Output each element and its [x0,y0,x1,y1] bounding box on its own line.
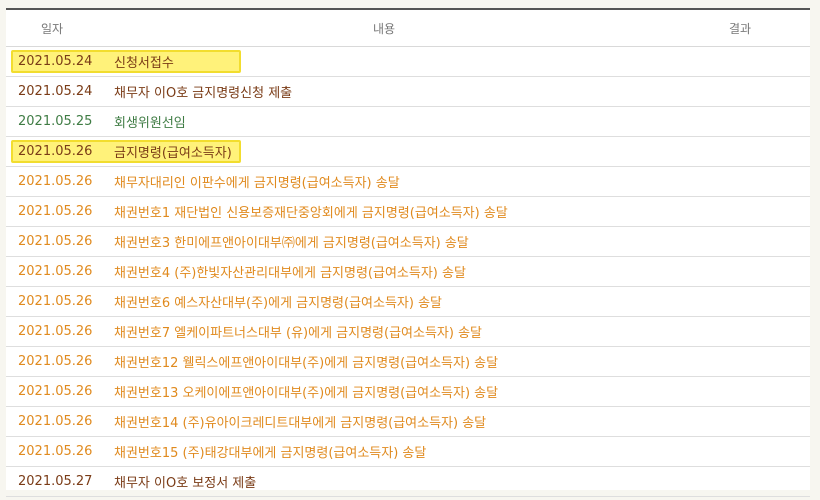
header-date: 일자 [40,21,64,36]
table-row: 2021.05.24 채무자 이O호 금지명령신청 제출 [6,77,810,107]
table-row: 2021.05.26 채권번호14 (주)유아이크레디트대부에게 금지명령(급여소… [6,407,810,437]
row-content: 회생위원선임 [114,116,186,131]
row-content: 채무자 이O호 보정서 제출 [114,476,257,491]
row-content: 신청서접수 [114,56,174,71]
row-date: 2021.05.26 [18,384,93,399]
table-row: 2021.05.26 채권번호3 한미에프앤아이대부㈜에게 금지명령(급여소득자)… [6,227,810,257]
table-row: 2021.05.26 채권번호13 오케이에프앤아이대부(주)에게 금지명령(급여… [6,377,810,407]
row-date: 2021.05.27 [18,474,93,489]
row-date: 2021.05.26 [18,414,93,429]
row-content: 금지명령(급여소득자) [114,146,232,161]
row-date: 2021.05.24 [18,54,93,69]
row-date: 2021.05.26 [18,444,93,459]
table-row: 2021.05.26 채권번호15 (주)태강대부에게 금지명령(급여소득자) 송… [6,437,810,467]
row-date: 2021.05.26 [18,174,93,189]
table-row: 2021.05.27 채무자 이O호 보정서 제출 [6,467,810,497]
row-date: 2021.05.26 [18,354,93,369]
row-date: 2021.05.24 [18,84,93,99]
row-content: 채무자대리인 이판수에게 금지명령(급여소득자) 송달 [114,176,400,191]
row-content: 채권번호14 (주)유아이크레디트대부에게 금지명령(급여소득자) 송달 [114,416,487,431]
row-content: 채권번호12 웰릭스에프앤아이대부(주)에게 금지명령(급여소득자) 송달 [114,356,499,371]
row-date: 2021.05.26 [18,264,93,279]
table-body: 2021.05.24 신청서접수 2021.05.24 채무자 이O호 금지명령신청 … [6,47,810,497]
table-row: 2021.05.26 채권번호12 웰릭스에프앤아이대부(주)에게 금지명령(급여… [6,347,810,377]
row-date: 2021.05.25 [18,114,93,129]
row-date: 2021.05.26 [18,144,93,159]
row-content: 채권번호7 엘케이파트너스대부 (유)에게 금지명령(급여소득자) 송달 [114,326,483,341]
header-result: 결과 [728,21,752,36]
header-content: 내용 [372,21,396,36]
table-row: 2021.05.26 채권번호7 엘케이파트너스대부 (유)에게 금지명령(급여소… [6,317,810,347]
row-date: 2021.05.26 [18,324,93,339]
case-history-table: 일자 내용 결과 2021.05.24 신청서접수 2021.05.24 채무자 이O… [6,8,810,497]
table-row: 2021.05.26 채권번호6 예스자산대부(주)에게 금지명령(급여소득자) … [6,287,810,317]
row-content: 채권번호6 예스자산대부(주)에게 금지명령(급여소득자) 송달 [114,296,442,311]
row-content: 채권번호3 한미에프앤아이대부㈜에게 금지명령(급여소득자) 송달 [114,236,469,251]
row-date: 2021.05.26 [18,234,93,249]
row-content: 채권번호4 (주)한빛자산관리대부에게 금지명령(급여소득자) 송달 [114,266,466,281]
table-row: 2021.05.25 회생위원선임 [6,107,810,137]
table-row: 2021.05.26 채권번호4 (주)한빛자산관리대부에게 금지명령(급여소득자… [6,257,810,287]
row-content: 채무자 이O호 금지명령신청 제출 [114,86,293,101]
row-content: 채권번호1 재단법인 신용보증재단중앙회에게 금지명령(급여소득자) 송달 [114,206,508,221]
table-row: 2021.05.26 금지명령(급여소득자) [6,137,810,167]
row-date: 2021.05.26 [18,204,93,219]
row-content: 채권번호15 (주)태강대부에게 금지명령(급여소득자) 송달 [114,446,427,461]
table-row: 2021.05.26 채권번호1 재단법인 신용보증재단중앙회에게 금지명령(급여… [6,197,810,227]
row-date: 2021.05.26 [18,294,93,309]
table-header: 일자 내용 결과 [6,10,810,47]
row-content: 채권번호13 오케이에프앤아이대부(주)에게 금지명령(급여소득자) 송달 [114,386,499,401]
table-row: 2021.05.26 채무자대리인 이판수에게 금지명령(급여소득자) 송달 [6,167,810,197]
table-row: 2021.05.24 신청서접수 [6,47,810,77]
